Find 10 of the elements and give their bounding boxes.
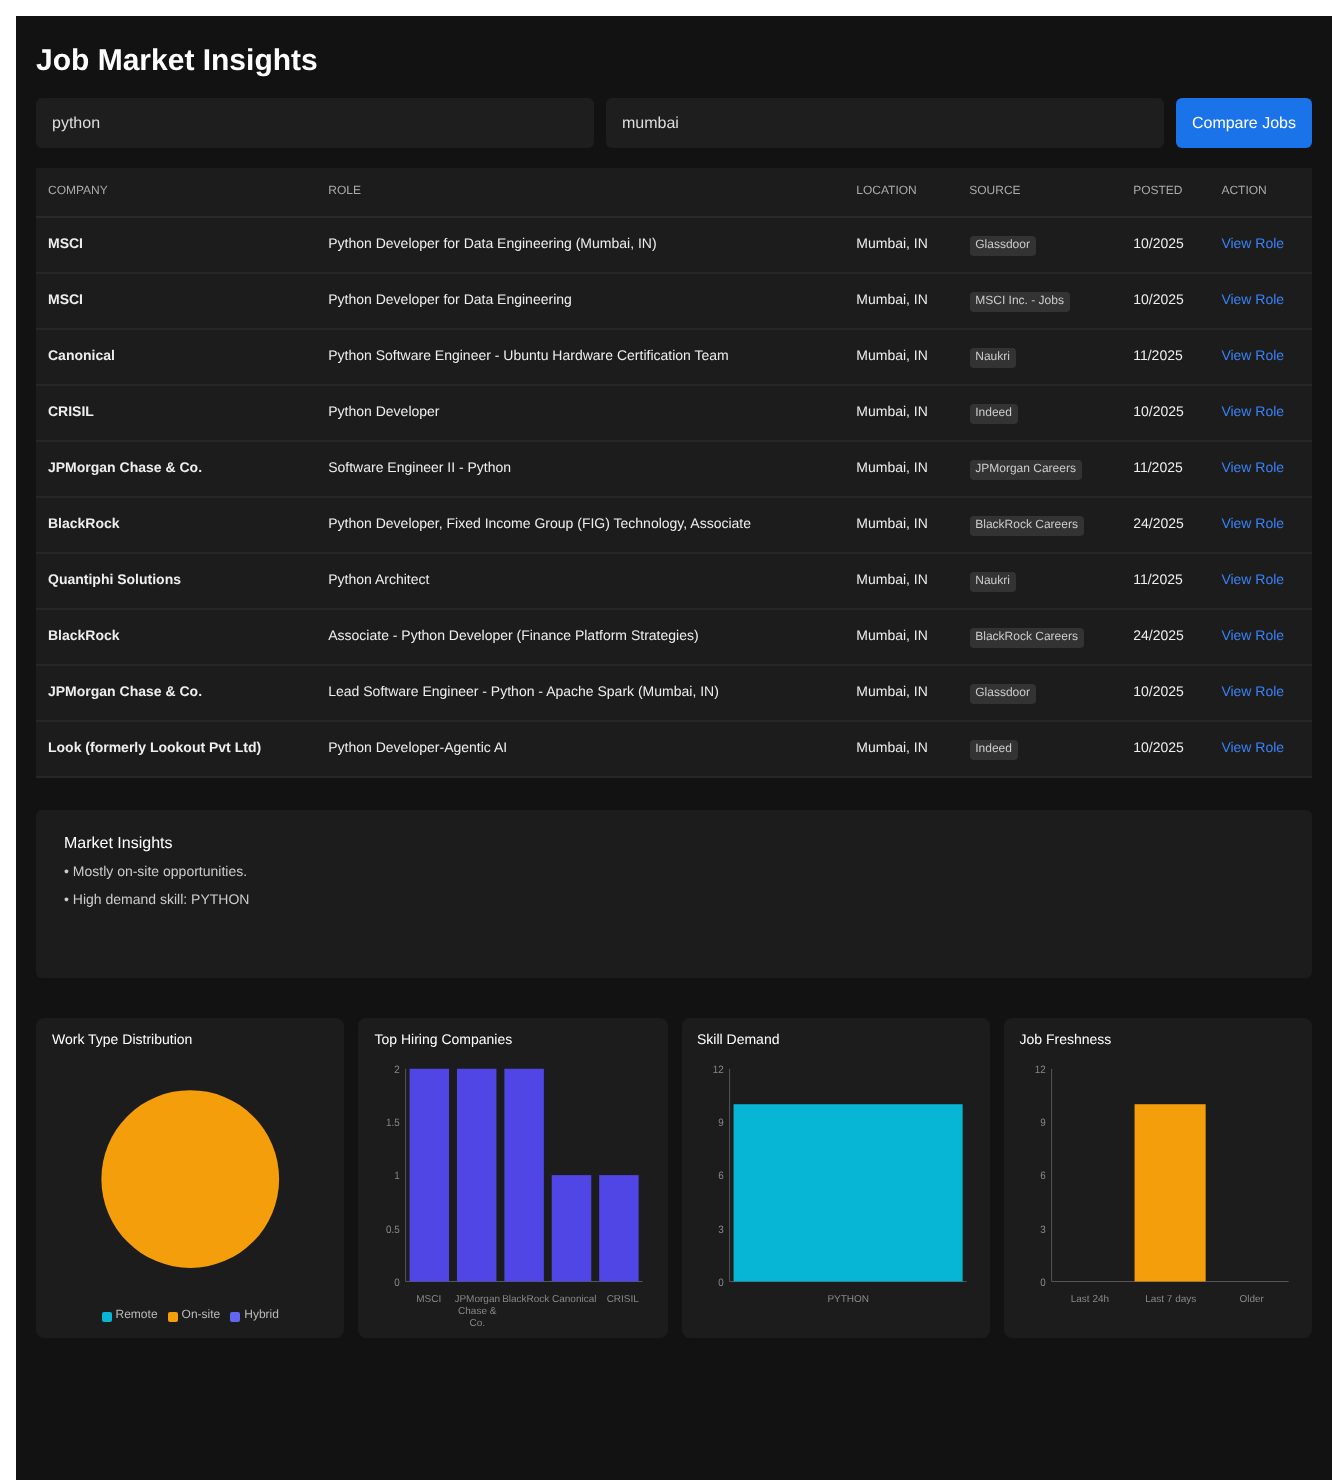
legend-swatch	[101, 1311, 112, 1321]
insights-title: Market Insights	[64, 834, 175, 852]
bar	[599, 1175, 640, 1282]
page-title: Job Market Insights	[36, 44, 320, 78]
bar	[552, 1175, 592, 1282]
legend-swatch	[167, 1311, 178, 1321]
location-field[interactable]: mumbai	[605, 98, 1164, 148]
compare-button[interactable]: Compare Jobs	[1175, 98, 1312, 148]
legend-swatch	[230, 1311, 241, 1321]
role-field[interactable]: python	[36, 98, 594, 148]
